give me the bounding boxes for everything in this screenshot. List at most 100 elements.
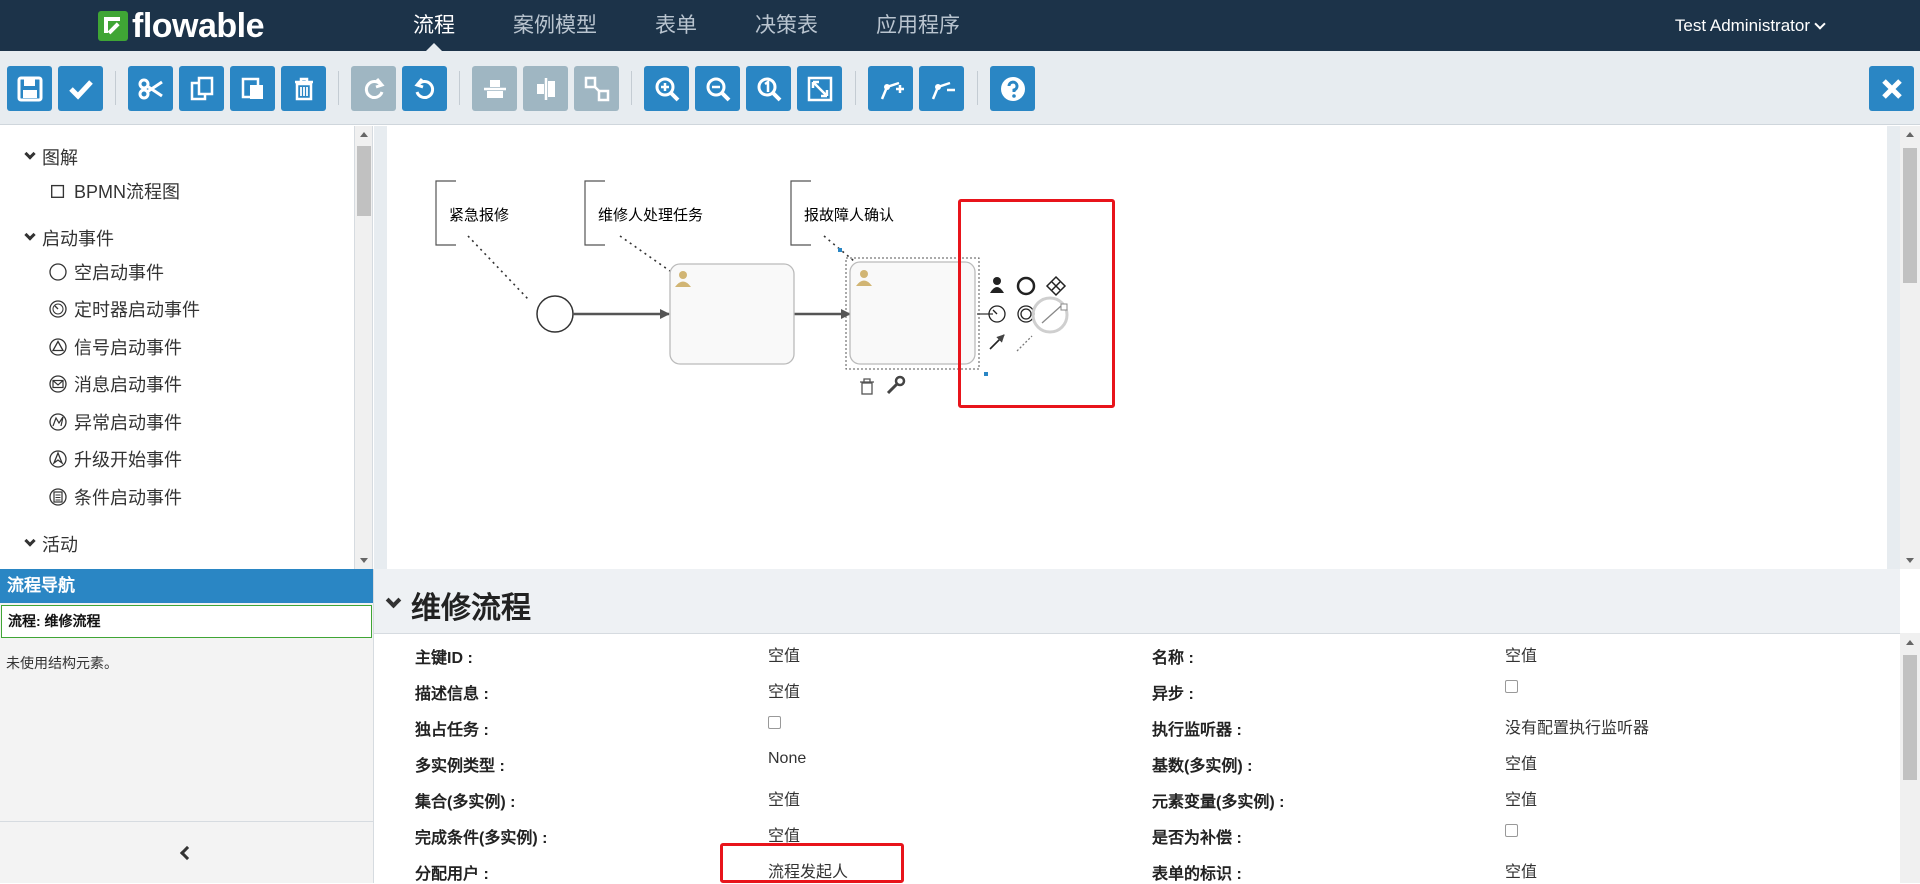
cut-button[interactable] xyxy=(128,66,173,111)
compensation-checkbox[interactable] xyxy=(1505,824,1518,837)
palette-group-title: 图解 xyxy=(42,148,78,168)
save-button[interactable] xyxy=(7,66,52,111)
wrench-icon[interactable] xyxy=(886,375,906,395)
palette-item-none-start-event[interactable]: 空启动事件 xyxy=(48,259,164,285)
signal-start-event-icon xyxy=(48,337,68,357)
prop-value-id[interactable]: 空值 xyxy=(768,642,800,666)
prop-value-multi-instance-type[interactable]: None xyxy=(768,750,806,768)
remove-bendpoint-button[interactable] xyxy=(919,66,964,111)
annotation-text[interactable]: 紧急报修 xyxy=(449,204,509,225)
prop-value-collection[interactable]: 空值 xyxy=(768,786,800,810)
align-vertical-button[interactable] xyxy=(523,66,568,111)
scroll-down-arrow-icon[interactable] xyxy=(360,558,368,563)
zoom-out-icon xyxy=(706,77,730,101)
scroll-down-arrow-icon[interactable] xyxy=(1906,558,1914,563)
properties-scrollbar[interactable] xyxy=(1900,633,1920,883)
palette-item-label: 条件启动事件 xyxy=(74,488,182,508)
copy-icon xyxy=(190,76,213,100)
remove-bendpoint-icon xyxy=(931,81,955,99)
async-checkbox[interactable] xyxy=(1505,680,1518,693)
user-menu[interactable]: Test Administrator xyxy=(1675,0,1826,51)
chevron-down-icon xyxy=(24,229,36,241)
scroll-up-arrow-icon[interactable] xyxy=(360,132,368,137)
palette-item-bpmn-diagram[interactable]: BPMN流程图 xyxy=(48,178,180,204)
scroll-thumb[interactable] xyxy=(1903,148,1917,283)
properties-title: 维修流程 xyxy=(411,592,531,625)
copy-button[interactable] xyxy=(179,66,224,111)
prop-label-async: 异步 : xyxy=(1152,686,1194,703)
toolbar-separator xyxy=(459,71,460,105)
prop-value-name[interactable]: 空值 xyxy=(1505,642,1537,666)
scroll-thumb[interactable] xyxy=(357,146,371,216)
prop-label-id: 主键ID : xyxy=(415,650,473,667)
nav-tab-process[interactable]: 流程 xyxy=(384,0,484,51)
palette-item-conditional-start-event[interactable]: 条件启动事件 xyxy=(48,484,182,510)
prop-value-form-key[interactable]: 空值 xyxy=(1505,858,1537,882)
bpmn-canvas[interactable]: 紧急报修 维修人处理任务 报故障人确认 xyxy=(387,126,1887,569)
scroll-up-arrow-icon[interactable] xyxy=(1906,132,1914,137)
canvas-scrollbar[interactable] xyxy=(1900,126,1920,569)
same-size-icon xyxy=(584,76,609,101)
same-size-button[interactable] xyxy=(574,66,619,111)
delete-icon xyxy=(294,77,313,100)
resize-handle[interactable] xyxy=(838,248,842,252)
palette-item-timer-start-event[interactable]: 定时器启动事件 xyxy=(48,296,200,322)
start-event[interactable] xyxy=(536,295,574,333)
undo-button[interactable] xyxy=(402,66,447,111)
zoom-fit-button[interactable] xyxy=(797,66,842,111)
palette-item-error-start-event[interactable]: 异常启动事件 xyxy=(48,409,182,435)
editor-toolbar xyxy=(0,51,1920,125)
palette-item-signal-start-event[interactable]: 信号启动事件 xyxy=(48,334,182,360)
collapse-panel-button[interactable] xyxy=(0,821,373,883)
user-task[interactable] xyxy=(669,263,795,365)
delete-button[interactable] xyxy=(281,66,326,111)
chevron-down-icon xyxy=(1814,18,1826,30)
palette-scrollbar[interactable] xyxy=(355,126,373,569)
zoom-in-button[interactable] xyxy=(644,66,689,111)
palette-item-label: 空启动事件 xyxy=(74,263,164,283)
properties-header[interactable]: 维修流程 xyxy=(385,583,531,627)
nav-tab-case-models[interactable]: 案例模型 xyxy=(484,0,626,51)
prop-value-cardinality[interactable]: 空值 xyxy=(1505,750,1537,774)
scroll-thumb[interactable] xyxy=(1903,655,1917,780)
cut-icon xyxy=(138,78,163,99)
canvas-area: 紧急报修 维修人处理任务 报故障人确认 xyxy=(374,126,1900,569)
redo-button[interactable] xyxy=(351,66,396,111)
align-horizontal-button[interactable] xyxy=(472,66,517,111)
palette-group-diagram[interactable]: 图解 xyxy=(24,144,78,170)
properties-grid: 主键ID : 空值 名称 : 空值 描述信息 : 空值 异步 : 独占任务 : … xyxy=(374,633,1900,883)
validate-button[interactable] xyxy=(58,66,103,111)
nav-tab-decision-tables[interactable]: 决策表 xyxy=(726,0,847,51)
prop-value-element-variable[interactable]: 空值 xyxy=(1505,786,1537,810)
zoom-out-button[interactable] xyxy=(695,66,740,111)
exclusive-checkbox[interactable] xyxy=(768,716,781,729)
prop-value-description[interactable]: 空值 xyxy=(768,678,800,702)
nav-tab-apps[interactable]: 应用程序 xyxy=(847,0,989,51)
delete-shape-icon[interactable] xyxy=(860,378,874,395)
palette-group-start-events[interactable]: 启动事件 xyxy=(24,225,114,251)
process-navigator-item[interactable]: 流程: 维修流程 xyxy=(1,605,372,638)
help-button[interactable] xyxy=(990,66,1035,111)
escalation-start-event-icon xyxy=(48,449,68,469)
paste-button[interactable] xyxy=(230,66,275,111)
annotation-text[interactable]: 报故障人确认 xyxy=(804,204,894,225)
square-icon xyxy=(48,181,68,201)
prop-label-cardinality: 基数(多实例) : xyxy=(1152,758,1253,775)
nav-tab-forms[interactable]: 表单 xyxy=(626,0,726,51)
chevron-down-icon xyxy=(24,148,36,160)
flowable-logo[interactable]: flowable xyxy=(98,7,265,45)
prop-label-multi-instance-type: 多实例类型 : xyxy=(415,758,505,775)
add-bendpoint-button[interactable] xyxy=(868,66,913,111)
chevron-down-icon xyxy=(385,592,402,608)
zoom-actual-button[interactable] xyxy=(746,66,791,111)
chevron-left-icon xyxy=(179,845,194,860)
prop-value-execution-listeners[interactable]: 没有配置执行监听器 xyxy=(1505,714,1649,738)
close-editor-button[interactable] xyxy=(1869,66,1914,111)
user-task-selected[interactable] xyxy=(849,261,976,365)
palette-item-message-start-event[interactable]: 消息启动事件 xyxy=(48,371,182,397)
scroll-up-arrow-icon[interactable] xyxy=(1906,640,1914,645)
annotation-text[interactable]: 维修人处理任务 xyxy=(598,204,703,225)
palette-group-activities[interactable]: 活动 xyxy=(24,531,78,557)
shape-palette: 图解 BPMN流程图 启动事件 空启动事件 定时器启动事件 信号启动事件 消息启… xyxy=(0,126,355,569)
palette-item-escalation-start-event[interactable]: 升级开始事件 xyxy=(48,446,182,472)
